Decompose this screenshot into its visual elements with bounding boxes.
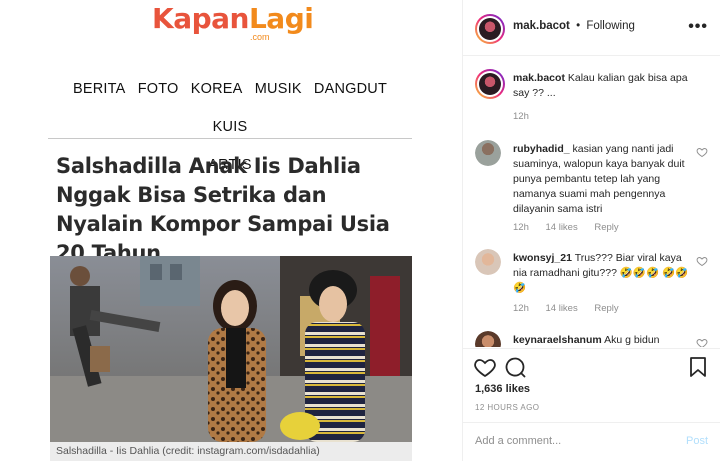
post-comment-button[interactable]: Post: [686, 435, 708, 447]
comment-username[interactable]: mak.bacot: [513, 72, 565, 84]
comment-like-heart-icon[interactable]: [696, 337, 708, 347]
comment-time[interactable]: 12h: [513, 222, 529, 233]
comment-like-heart-icon[interactable]: [696, 146, 708, 158]
post-image[interactable]: KapanLagi .com BERITA FOTO KOREA MUSIK D…: [0, 0, 462, 461]
following-button[interactable]: Following: [586, 20, 635, 32]
comment-meta: 12h 14 likes Reply: [513, 222, 633, 233]
comment-username[interactable]: kwonsyj_21: [513, 252, 572, 264]
article-headline: Salshadilla Anak Iis Dahlia Nggak Bisa S…: [56, 154, 390, 265]
commenter-avatar[interactable]: [475, 69, 505, 99]
author-username[interactable]: mak.bacot: [513, 20, 570, 32]
reply-button[interactable]: Reply: [594, 222, 618, 233]
post-header: mak.bacot • Following •••: [463, 0, 720, 56]
header-user-line: mak.bacot • Following: [513, 20, 635, 32]
commenter-avatar[interactable]: [475, 140, 501, 166]
bookmark-icon[interactable]: [686, 355, 710, 379]
nav-item: MUSIK: [254, 81, 302, 97]
add-comment-input[interactable]: Add a comment...: [475, 435, 561, 447]
comment-body: keynaraelshanum Aku g bidun: [513, 333, 691, 347]
comment-meta: 12h: [513, 111, 543, 122]
reply-button[interactable]: Reply: [594, 303, 618, 314]
post-actions: 1,636 likes 12 HOURS AGO Add a comment..…: [463, 348, 720, 461]
nav-item: FOTO: [137, 81, 179, 97]
nav-item: KUIS: [212, 119, 248, 135]
separator-dot: •: [576, 20, 581, 32]
comment-likes[interactable]: 14 likes: [546, 303, 578, 314]
comment-body: rubyhadid_ kasian yang nanti jadi suamin…: [513, 142, 691, 217]
add-comment-box: Add a comment... Post: [463, 422, 720, 461]
comment-username[interactable]: rubyhadid_: [513, 143, 570, 155]
post-timestamp[interactable]: 12 HOURS AGO: [475, 403, 539, 412]
kapanlagi-logo: KapanLagi .com: [152, 2, 314, 44]
comment-body: mak.bacot Kalau kalian gak bisa apa say …: [513, 71, 691, 101]
logo-text-b: Lagi: [248, 2, 314, 35]
comment-meta: 12h 14 likes Reply: [513, 303, 633, 314]
nav-item: DANGDUT: [313, 81, 388, 97]
author-avatar[interactable]: [475, 14, 505, 44]
post-side-panel: mak.bacot • Following ••• mak.bacot Kala…: [463, 0, 720, 461]
article-screenshot: KapanLagi .com BERITA FOTO KOREA MUSIK D…: [48, 0, 412, 461]
comment-time[interactable]: 12h: [513, 303, 529, 314]
commenter-avatar[interactable]: [475, 331, 501, 347]
comment-username[interactable]: keynaraelshanum: [513, 334, 602, 346]
comment-list[interactable]: mak.bacot Kalau kalian gak bisa apa say …: [463, 57, 720, 347]
comment-like-heart-icon[interactable]: [696, 255, 708, 267]
commenter-avatar[interactable]: [475, 249, 501, 275]
more-horizontal-icon[interactable]: •••: [688, 18, 708, 36]
article-photo: [50, 256, 412, 442]
heart-icon[interactable]: [473, 355, 497, 379]
comment-icon[interactable]: [503, 355, 527, 379]
photo-caption: Salshadilla - Iis Dahlia (credit: instag…: [50, 442, 412, 461]
nav-item: BERITA: [72, 81, 126, 97]
logo-domain: .com: [250, 32, 270, 42]
comment-likes[interactable]: 14 likes: [546, 222, 578, 233]
nav-row-1: BERITA FOTO KOREA MUSIK DANGDUT KUIS: [48, 70, 412, 146]
comment-time[interactable]: 12h: [513, 111, 529, 122]
logo-text-a: Kapan: [152, 2, 249, 35]
comment-text: Aku g bidun: [604, 334, 660, 346]
nav-divider: [48, 138, 412, 139]
nav-item: KOREA: [190, 81, 243, 97]
likes-count[interactable]: 1,636 likes: [475, 383, 530, 395]
comment-body: kwonsyj_21 Trus??? Biar viral kaya nia r…: [513, 251, 691, 296]
